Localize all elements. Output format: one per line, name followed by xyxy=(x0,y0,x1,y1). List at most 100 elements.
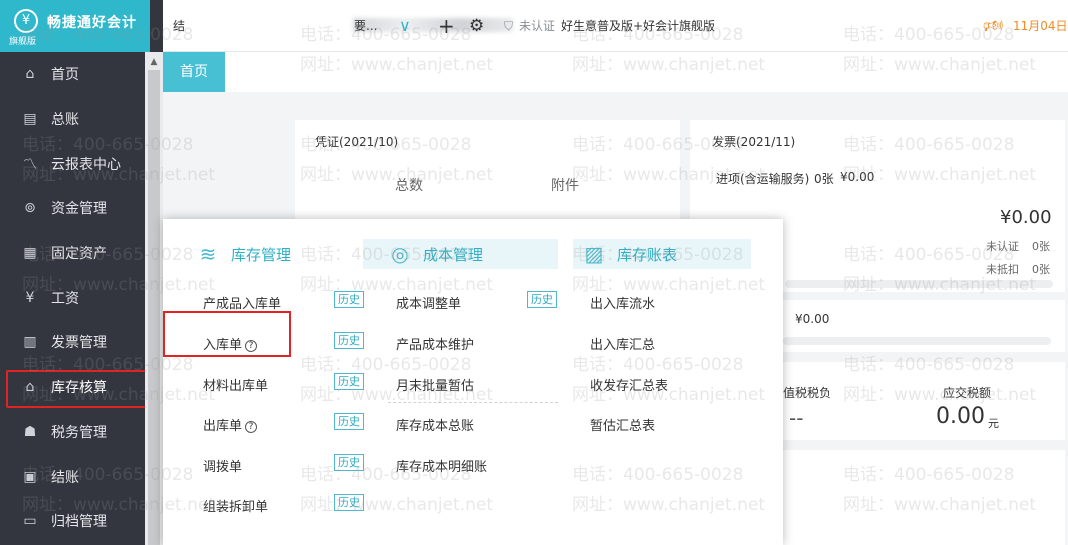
sidebar-item-tax[interactable]: ☗ 税务管理 xyxy=(0,410,145,455)
archive-icon: ▭ xyxy=(23,513,37,530)
sidebar-item-funds[interactable]: ⊚ 资金管理 xyxy=(0,186,145,231)
sidebar-item-label: 工资 xyxy=(51,290,79,307)
report-chart-icon: ▨ xyxy=(584,242,604,266)
summary-row-card: ¥0.00 xyxy=(783,300,1065,352)
menu-item-product-cost[interactable]: 产品成本维护 xyxy=(396,334,474,353)
sidebar-item-general-ledger[interactable]: ▤ 总账 xyxy=(0,97,145,142)
tax-icon: ☗ xyxy=(23,423,37,440)
inventory-stack-icon: ≋ xyxy=(199,242,217,266)
salary-icon: ¥ xyxy=(25,289,35,306)
undeducted-count: 0张 xyxy=(1032,263,1050,276)
voucher-card: 凭证(2021/10) 总数 附件 xyxy=(295,120,680,220)
home-icon: ⌂ xyxy=(25,66,35,83)
menu-item-cost-ledger[interactable]: 库存成本总账 xyxy=(396,415,474,434)
inventory-management-title: 库存管理 xyxy=(231,245,292,264)
menu-item-cost-detail[interactable]: 库存成本明细账 xyxy=(396,456,487,475)
sidebar-item-home[interactable]: ⌂ 首页 xyxy=(0,52,145,97)
asset-icon: ▦ xyxy=(23,245,37,262)
divider xyxy=(388,402,558,403)
cost-coin-icon: ◎ xyxy=(391,242,409,266)
sidebar-item-label: 总账 xyxy=(51,112,79,129)
history-button[interactable]: 历史 xyxy=(334,454,364,471)
sidebar-item-label: 固定资产 xyxy=(51,246,107,263)
vat-burden-label: 值税税负 xyxy=(783,386,832,400)
gear-icon[interactable]: ⚙ xyxy=(469,0,484,52)
menu-item-inout-flow[interactable]: 出入库流水 xyxy=(590,293,655,312)
sidebar-item-label: 资金管理 xyxy=(51,201,107,218)
summary-progress-bar xyxy=(783,337,1051,345)
inventory-management-header: ≋ 库存管理 xyxy=(193,239,291,269)
menu-item-material-issue[interactable]: 材料出库单 xyxy=(203,375,268,394)
menu-item-estimate-summary[interactable]: 暂估汇总表 xyxy=(590,415,655,434)
sidebar: ¥ 畅捷通好会计 旗舰版 ⌂ 首页 ▤ 总账 〽 云报表中心 ⊚ 资金管理 ▦ … xyxy=(0,0,163,545)
uncertified-status[interactable]: 未认证 xyxy=(519,0,555,52)
menu-item-cost-adjustment[interactable]: 成本调整单 xyxy=(396,293,461,312)
input-invoice-label: 进项(含运输服务) xyxy=(716,172,810,186)
sidebar-item-label: 云报表中心 xyxy=(51,156,121,173)
sidebar-item-salary[interactable]: ¥ 工资 xyxy=(0,275,145,320)
invoice-icon: ▥ xyxy=(23,334,37,351)
menu-item-label: 出库单 xyxy=(203,419,243,434)
help-icon[interactable]: ? xyxy=(245,421,258,433)
sidebar-item-inventory-accounting[interactable]: ⌂ 库存核算 xyxy=(0,365,158,410)
add-icon[interactable]: + xyxy=(438,0,455,52)
shield-icon: ⛉ xyxy=(504,19,514,33)
company-suffix[interactable]: 要... xyxy=(354,0,377,52)
speaker-icon[interactable]: 🕬 xyxy=(983,0,1003,52)
date-notice[interactable]: 11月04日 xyxy=(1013,0,1068,52)
tax-due-label: 应交税额 xyxy=(943,386,992,400)
chevron-down-icon[interactable]: ∨ xyxy=(399,0,411,52)
history-button[interactable]: 历史 xyxy=(527,291,557,308)
history-button[interactable]: 历史 xyxy=(334,494,364,511)
menu-item-finished-goods-receipt[interactable]: 产成品入库单 xyxy=(203,293,281,312)
cost-management-header: ◎ 成本管理 xyxy=(385,239,483,269)
sidebar-item-fixed-assets[interactable]: ▦ 固定资产 xyxy=(0,231,145,276)
sidebar-nav: ⌂ 首页 ▤ 总账 〽 云报表中心 ⊚ 资金管理 ▦ 固定资产 ¥ 工资 ▥ 发… xyxy=(0,52,158,544)
ledger-icon: ▤ xyxy=(23,111,37,128)
wallet-icon: ⊚ xyxy=(24,200,36,217)
invoice-progress-bar xyxy=(785,280,1053,288)
sidebar-item-label: 首页 xyxy=(51,67,79,84)
uncertified-label: 未认证 xyxy=(986,240,1019,253)
scroll-thumb[interactable] xyxy=(148,70,160,545)
brand-mark-icon: ¥ xyxy=(14,9,38,33)
inventory-popup-menu: ≋ 库存管理 ◎ 成本管理 ▨ 库存账表 产成品入库单 历史 入库单? 历史 材… xyxy=(163,219,783,545)
scroll-up-arrow-icon[interactable]: ▲ xyxy=(145,54,163,70)
company-prefix[interactable]: 结 xyxy=(173,0,185,52)
sidebar-item-period-close[interactable]: ▣ 结账 xyxy=(0,454,145,499)
tab-home[interactable]: 首页 xyxy=(163,52,225,92)
history-button[interactable]: 历史 xyxy=(334,413,364,430)
brand-name: 畅捷通好会计 xyxy=(47,15,137,31)
highlight-box xyxy=(6,369,158,408)
menu-item-label: 入库单 xyxy=(203,338,243,353)
brand-edition: 旗舰版 xyxy=(9,37,37,47)
history-button[interactable]: 历史 xyxy=(334,373,364,390)
menu-item-issue[interactable]: 出库单? xyxy=(203,415,258,434)
menu-item-stock-summary[interactable]: 收发存汇总表 xyxy=(590,375,668,394)
menu-item-receipt[interactable]: 入库单? xyxy=(203,334,258,353)
history-button[interactable]: 历史 xyxy=(334,291,364,308)
chart-line-icon: 〽 xyxy=(23,156,37,173)
menu-item-month-end-estimate[interactable]: 月末批量暂估 xyxy=(396,375,474,394)
inventory-report-header: ▨ 库存账表 xyxy=(579,239,677,269)
sidebar-item-label: 结账 xyxy=(51,469,79,486)
history-button[interactable]: 历史 xyxy=(334,332,364,349)
undeducted-label: 未抵扣 xyxy=(986,263,1019,276)
menu-item-assembly[interactable]: 组装拆卸单 xyxy=(203,496,268,515)
tax-due-value: 0.00 xyxy=(936,404,985,429)
help-icon[interactable]: ? xyxy=(245,340,258,352)
sidebar-item-cloud-reports[interactable]: 〽 云报表中心 xyxy=(0,141,145,186)
voucher-title: 凭证(2021/10) xyxy=(315,135,399,149)
close-period-icon: ▣ xyxy=(23,468,37,485)
sidebar-item-invoices[interactable]: ▥ 发票管理 xyxy=(0,320,145,365)
brand-logo[interactable]: ¥ 畅捷通好会计 旗舰版 xyxy=(0,0,150,52)
voucher-attach-label: 附件 xyxy=(551,178,579,194)
sidebar-item-archive[interactable]: ▭ 归档管理 xyxy=(0,499,145,544)
menu-item-inout-summary[interactable]: 出入库汇总 xyxy=(590,334,655,353)
menu-item-transfer[interactable]: 调拨单 xyxy=(203,456,242,475)
voucher-total-label: 总数 xyxy=(395,178,423,194)
inventory-report-title: 库存账表 xyxy=(617,245,678,264)
cost-management-title: 成本管理 xyxy=(423,245,484,264)
sidebar-scrollbar[interactable]: ▲ xyxy=(145,52,163,545)
tax-due-unit: 元 xyxy=(988,417,999,430)
